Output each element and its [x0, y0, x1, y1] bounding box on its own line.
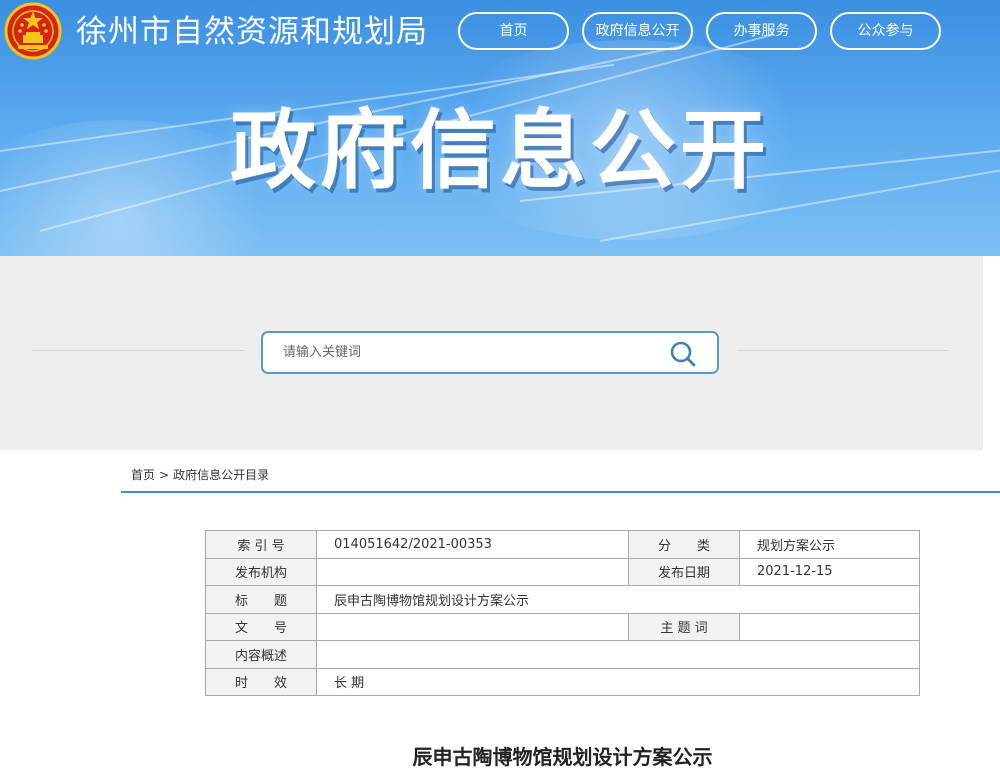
date-value: 2021-12-15 — [739, 557, 920, 586]
header-banner: 徐州市自然资源和规划局 首页 政府信息公开 办事服务 公众参与 政府信息公开 — [0, 0, 1000, 256]
docno-label: 文 号 — [205, 612, 317, 641]
table-row: 文 号 主 题 词 — [205, 612, 920, 641]
nav-services-button[interactable]: 办事服务 — [706, 12, 817, 50]
breadcrumb-current-link[interactable]: 政府信息公开目录 — [173, 466, 269, 484]
national-emblem-icon — [4, 2, 62, 60]
search-box — [261, 331, 719, 374]
search-divider-left — [32, 350, 244, 351]
breadcrumb: 首页 > 政府信息公开目录 — [131, 466, 269, 484]
table-row: 时 效 长 期 — [205, 667, 920, 696]
validity-label: 时 效 — [205, 667, 317, 696]
index-value: 014051642/2021-00353 — [316, 530, 629, 559]
table-row: 标 题 辰申古陶博物馆规划设计方案公示 — [205, 585, 920, 614]
keyword-label: 主 题 词 — [628, 612, 740, 641]
title-label: 标 题 — [205, 585, 317, 614]
nav-participation-button[interactable]: 公众参与 — [830, 12, 941, 50]
breadcrumb-underline — [121, 491, 1000, 493]
publisher-label: 发布机构 — [205, 557, 317, 586]
hero-title: 政府信息公开 — [230, 101, 770, 201]
validity-value: 长 期 — [316, 667, 920, 696]
category-label: 分 类 — [628, 530, 740, 559]
summary-label: 内容概述 — [205, 640, 317, 669]
nav-gov-info-button[interactable]: 政府信息公开 — [582, 12, 693, 50]
keyword-value — [739, 612, 920, 641]
publisher-value — [316, 557, 629, 586]
org-name: 徐州市自然资源和规划局 — [76, 14, 428, 50]
nav-home-button[interactable]: 首页 — [458, 12, 569, 50]
table-row: 内容概述 — [205, 640, 920, 669]
index-label: 索 引 号 — [205, 530, 317, 559]
table-row: 发布机构 发布日期 2021-12-15 — [205, 557, 920, 586]
search-icon[interactable] — [668, 339, 698, 369]
summary-value — [316, 640, 920, 669]
info-table: 索 引 号 014051642/2021-00353 分 类 规划方案公示 发布… — [205, 530, 920, 696]
date-label: 发布日期 — [628, 557, 740, 586]
breadcrumb-home-link[interactable]: 首页 — [131, 466, 155, 484]
table-row: 索 引 号 014051642/2021-00353 分 类 规划方案公示 — [205, 530, 920, 559]
search-input[interactable] — [283, 333, 653, 372]
article-title: 辰申古陶博物馆规划设计方案公示 — [412, 745, 713, 769]
breadcrumb-separator: > — [159, 468, 170, 482]
search-divider-right — [737, 350, 948, 351]
docno-value — [316, 612, 629, 641]
category-value: 规划方案公示 — [739, 530, 920, 559]
title-value: 辰申古陶博物馆规划设计方案公示 — [316, 585, 920, 614]
